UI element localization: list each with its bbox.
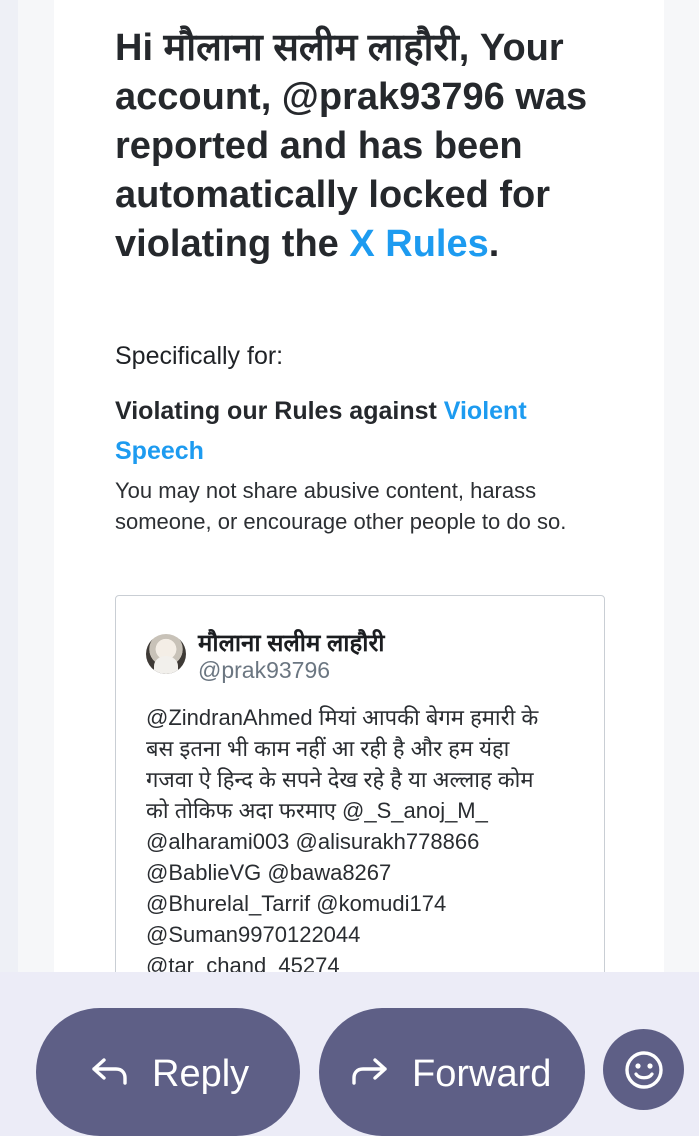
tweet-text-line: को तोकिफ अदा फरमाए @_S_anoj_M_ [146,798,488,823]
tweet-text-line: गजवा ऐ हिन्द के सपने देख रहे है या अल्ला… [146,767,534,792]
violation-prefix: Violating our Rules against [115,397,444,425]
reply-button[interactable]: Reply [36,1008,300,1136]
avatar [146,634,186,674]
reported-tweet-card: मौलाना सलीम लाहौरी @prak93796 @ZindranAh… [115,595,605,972]
email-action-bar: Reply Forward [0,972,699,1136]
violation-title: Violating our Rules against Violent Spee… [115,391,585,471]
rule-description: You may not share abusive content, haras… [115,478,567,534]
tweet-author-name: मौलाना सलीम लाहौरी [198,630,385,657]
tweet-text-line: @BablieVG @bawa8267 [146,860,392,885]
headline-period: . [488,223,500,265]
tweet-text-line: बस इतना भी काम नहीं आ रही है और हम यंहा [146,736,510,761]
tweet-text-line: @alharami003 @alisurakh778866 [146,829,480,854]
reply-label: Reply [152,1053,250,1095]
forward-arrow-icon [352,1058,387,1085]
tweet-text-line: @ZindranAhmed मियां आपकी बेगम हमारी के [146,705,539,730]
x-rules-link[interactable]: X Rules [349,223,488,265]
forward-button[interactable]: Forward [319,1008,585,1136]
tweet-text-line: @tar_chand_45274 [146,953,340,972]
email-sheet: Hi मौलाना सलीम लाहौरी, Your account, @pr… [18,0,699,972]
email-viewport[interactable]: Hi मौलाना सलीम लाहौरी, Your account, @pr… [0,0,699,972]
emoji-reaction-button[interactable] [603,1029,684,1110]
forward-label: Forward [412,1053,552,1095]
tweet-author-handle: @prak93796 [198,657,331,683]
tweet-text-line: @Suman9970122044 [146,922,361,947]
smiley-icon [625,1051,663,1089]
email-headline: Hi मौलाना सलीम लाहौरी, Your account, @pr… [115,24,615,269]
tweet-text: @ZindranAhmed मियां आपकी बेगम हमारी के ब… [146,702,586,972]
specifically-label: Specifically for: [115,342,284,370]
tweet-text-line: @Bhurelal_Tarrif @komudi174 [146,891,447,916]
reply-arrow-icon [92,1058,127,1085]
email-body-card: Hi मौलाना सलीम लाहौरी, Your account, @pr… [54,0,664,972]
